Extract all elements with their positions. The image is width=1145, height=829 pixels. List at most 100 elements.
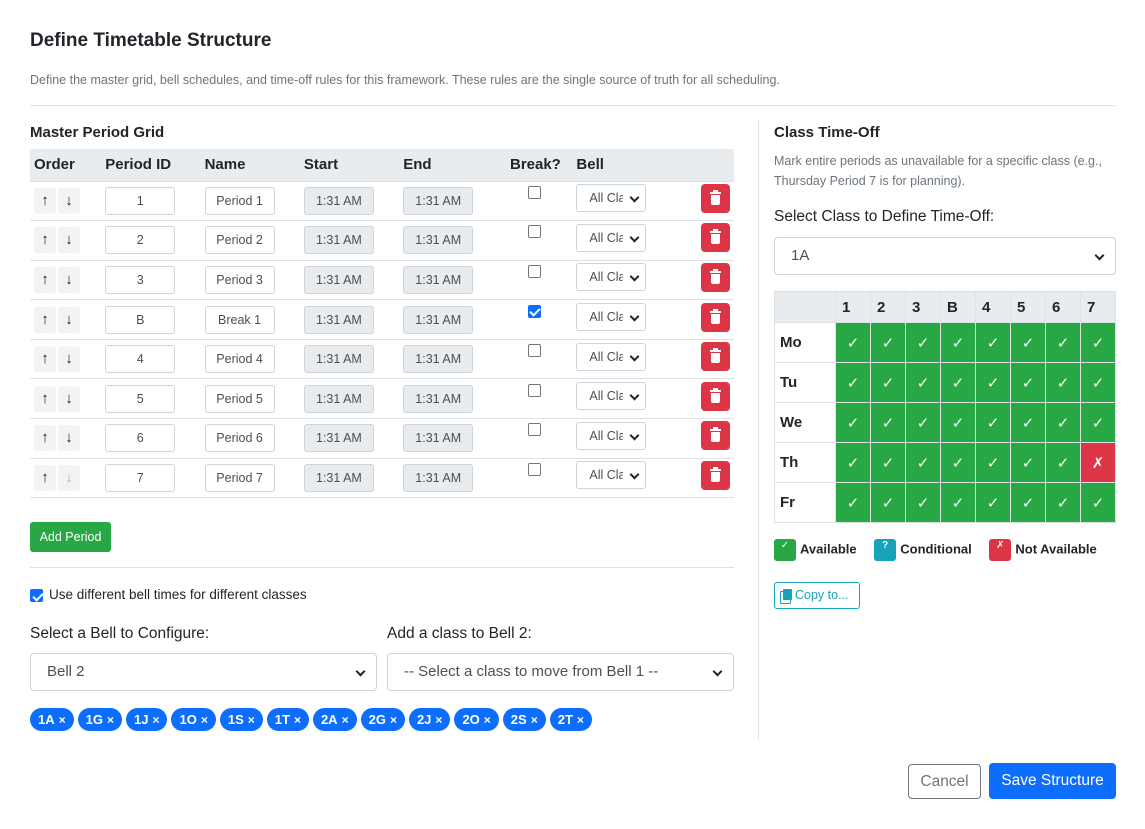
delete-period-button[interactable]	[701, 381, 730, 411]
move-up-icon[interactable]: ↑	[34, 227, 56, 254]
move-down-icon[interactable]: ↓	[58, 306, 80, 333]
remove-chip-icon[interactable]: ×	[248, 713, 255, 727]
remove-chip-icon[interactable]: ×	[59, 713, 66, 727]
timeoff-slot[interactable]: ✓	[1080, 482, 1116, 523]
period-name-input[interactable]: Period 3	[204, 265, 275, 294]
timeoff-slot[interactable]: ✓	[1080, 362, 1116, 403]
period-name-input[interactable]: Period 1	[204, 186, 275, 215]
timeoff-slot[interactable]: ✓	[1045, 442, 1081, 483]
cancel-button[interactable]: Cancel	[908, 764, 981, 799]
different-bells-checkbox[interactable]	[30, 589, 43, 602]
timeoff-slot[interactable]: ✓	[975, 322, 1011, 363]
remove-chip-icon[interactable]: ×	[201, 713, 208, 727]
move-down-icon[interactable]: ↓	[58, 187, 80, 214]
remove-chip-icon[interactable]: ×	[152, 713, 159, 727]
period-id-input[interactable]: 4	[105, 345, 176, 374]
timeoff-slot[interactable]: ✓	[905, 362, 941, 403]
period-name-input[interactable]: Period 6	[204, 424, 275, 453]
class-chip[interactable]: 1T ×	[266, 708, 309, 731]
timeoff-class-select[interactable]: 1A	[774, 237, 1116, 275]
break-checkbox[interactable]	[527, 383, 541, 397]
remove-chip-icon[interactable]: ×	[107, 713, 114, 727]
timeoff-slot[interactable]: ✓	[1010, 402, 1046, 443]
break-checkbox[interactable]	[527, 185, 541, 199]
class-chip[interactable]: 2G ×	[360, 708, 405, 731]
move-down-icon[interactable]: ↓	[58, 425, 80, 452]
move-down-icon[interactable]: ↓	[58, 385, 80, 412]
timeoff-slot[interactable]: ✓	[975, 482, 1011, 523]
timeoff-slot[interactable]: ✓	[905, 402, 941, 443]
class-chip[interactable]: 1G ×	[77, 708, 122, 731]
timeoff-slot[interactable]: ✓	[1010, 362, 1046, 403]
remove-chip-icon[interactable]: ×	[435, 713, 442, 727]
bell-select[interactable]: Bell 2	[30, 653, 377, 691]
class-chip[interactable]: 1O ×	[171, 708, 216, 731]
timeoff-slot[interactable]: ✓	[835, 442, 871, 483]
timeoff-slot[interactable]: ✓	[835, 482, 871, 523]
save-structure-button[interactable]: Save Structure	[989, 763, 1116, 799]
move-up-icon[interactable]: ↑	[34, 425, 56, 452]
bell-select-small[interactable]: All Classes	[576, 184, 647, 213]
class-chip[interactable]: 2T ×	[549, 708, 592, 731]
timeoff-slot[interactable]: ✓	[870, 402, 906, 443]
break-checkbox[interactable]	[527, 462, 541, 476]
bell-select-small[interactable]: All Classes	[576, 303, 647, 332]
move-down-icon[interactable]: ↓	[58, 346, 80, 373]
timeoff-slot[interactable]: ✓	[905, 322, 941, 363]
bell-select-small[interactable]: All Classes	[576, 263, 647, 292]
move-up-icon[interactable]: ↑	[34, 266, 56, 293]
remove-chip-icon[interactable]: ×	[484, 713, 491, 727]
period-id-input[interactable]: B	[105, 305, 176, 334]
bell-select-small[interactable]: All Classes	[576, 421, 647, 450]
class-chip[interactable]: 1A ×	[30, 708, 74, 731]
delete-period-button[interactable]	[701, 342, 730, 372]
timeoff-slot[interactable]: ✓	[1010, 442, 1046, 483]
remove-chip-icon[interactable]: ×	[390, 713, 397, 727]
class-chip[interactable]: 2A ×	[312, 708, 357, 731]
break-checkbox[interactable]	[527, 344, 541, 358]
break-checkbox[interactable]	[527, 264, 541, 278]
timeoff-slot[interactable]: ✓	[1080, 402, 1116, 443]
timeoff-slot[interactable]: ✓	[1080, 322, 1116, 363]
break-checkbox[interactable]	[527, 304, 541, 318]
timeoff-slot[interactable]: ✗	[1080, 442, 1116, 483]
remove-chip-icon[interactable]: ×	[294, 713, 301, 727]
delete-period-button[interactable]	[701, 183, 730, 213]
move-up-icon[interactable]: ↑	[34, 385, 56, 412]
timeoff-slot[interactable]: ✓	[1045, 402, 1081, 443]
timeoff-slot[interactable]: ✓	[1045, 482, 1081, 523]
timeoff-slot[interactable]: ✓	[975, 442, 1011, 483]
timeoff-slot[interactable]: ✓	[905, 442, 941, 483]
add-period-button[interactable]: Add Period	[30, 522, 111, 552]
bell-select-small[interactable]: All Classes	[576, 223, 647, 252]
move-down-icon[interactable]: ↓	[58, 464, 80, 491]
bell-select-small[interactable]: All Classes	[576, 382, 647, 411]
move-down-icon[interactable]: ↓	[58, 227, 80, 254]
timeoff-slot[interactable]: ✓	[940, 322, 976, 363]
move-up-icon[interactable]: ↑	[34, 306, 56, 333]
timeoff-slot[interactable]: ✓	[835, 322, 871, 363]
period-id-input[interactable]: 1	[105, 186, 176, 215]
remove-chip-icon[interactable]: ×	[342, 713, 349, 727]
timeoff-slot[interactable]: ✓	[870, 482, 906, 523]
timeoff-slot[interactable]: ✓	[940, 362, 976, 403]
timeoff-slot[interactable]: ✓	[1045, 322, 1081, 363]
period-id-input[interactable]: 6	[105, 424, 176, 453]
class-chip[interactable]: 1J ×	[126, 708, 168, 731]
move-up-icon[interactable]: ↑	[34, 464, 56, 491]
break-checkbox[interactable]	[527, 423, 541, 437]
move-down-icon[interactable]: ↓	[58, 266, 80, 293]
remove-chip-icon[interactable]: ×	[531, 713, 538, 727]
move-up-icon[interactable]: ↑	[34, 187, 56, 214]
class-chip[interactable]: 2J ×	[408, 708, 451, 731]
timeoff-slot[interactable]: ✓	[940, 402, 976, 443]
timeoff-slot[interactable]: ✓	[870, 442, 906, 483]
period-id-input[interactable]: 5	[105, 384, 176, 413]
timeoff-slot[interactable]: ✓	[1010, 482, 1046, 523]
timeoff-slot[interactable]: ✓	[1010, 322, 1046, 363]
timeoff-slot[interactable]: ✓	[1045, 362, 1081, 403]
timeoff-slot[interactable]: ✓	[870, 322, 906, 363]
period-id-input[interactable]: 2	[105, 226, 176, 255]
timeoff-slot[interactable]: ✓	[940, 442, 976, 483]
timeoff-slot[interactable]: ✓	[870, 362, 906, 403]
